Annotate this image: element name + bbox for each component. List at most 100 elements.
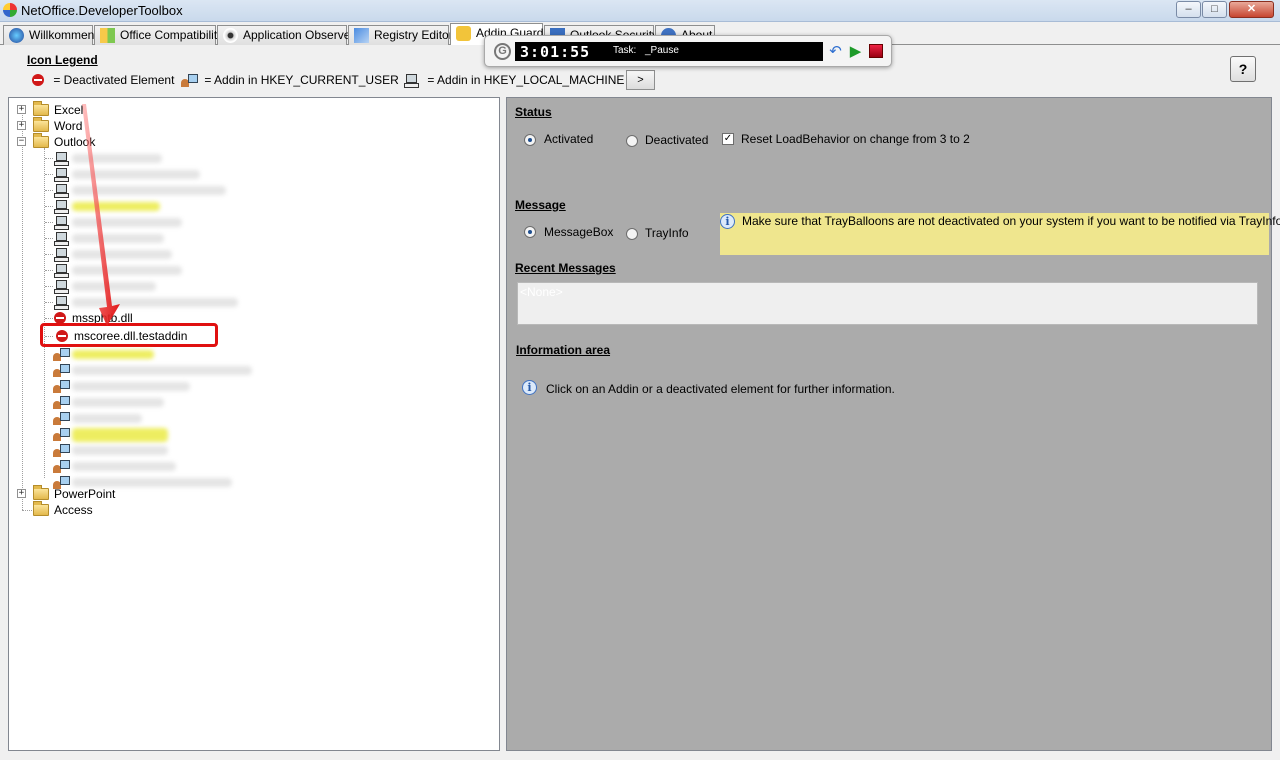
- tree-item-addin[interactable]: [45, 182, 245, 198]
- timer-display: 3:01:55 Task: _Pause: [515, 42, 823, 61]
- machine-addin-icon: [54, 231, 69, 246]
- status-activated-label: Activated: [544, 132, 594, 146]
- user-addin-icon: [53, 379, 70, 393]
- info-icon: i: [720, 214, 735, 229]
- tree-item-user-addin[interactable]: [45, 346, 285, 362]
- user-addin-icon: [53, 395, 70, 409]
- tree-item-user-addin[interactable]: [45, 426, 285, 442]
- puzzle-icon: [456, 26, 471, 41]
- tab-office-compatibility[interactable]: Office Compatibility: [94, 25, 223, 45]
- annotation-highlight-box: [40, 323, 218, 347]
- user-addin-icon: [53, 363, 70, 377]
- tab-willkommen[interactable]: Willkommen: [3, 25, 94, 45]
- recent-messages-value: <None>: [520, 285, 563, 299]
- machine-addin-icon: [54, 199, 69, 214]
- machine-addin-icon: [54, 295, 69, 310]
- registry-icon: [354, 28, 369, 43]
- machine-addin-icon: [54, 263, 69, 278]
- tree-item-addin[interactable]: [45, 166, 245, 182]
- recent-messages-title: Recent Messages: [515, 261, 616, 275]
- machine-addin-icon: [54, 167, 69, 182]
- tree-item-addin[interactable]: [45, 294, 285, 310]
- info-icon: i: [522, 380, 537, 395]
- machine-addin-icon: [404, 73, 419, 88]
- trayinfo-label: TrayInfo: [645, 226, 689, 240]
- tab-application-observer[interactable]: Application Observer: [217, 25, 354, 45]
- user-addin-icon: [53, 347, 70, 361]
- tree-item-addin[interactable]: [45, 278, 245, 294]
- details-panel: Status Activated Deactivated ✓ Reset Loa…: [506, 97, 1280, 751]
- status-activated-radio[interactable]: [524, 134, 536, 146]
- window-title: NetOffice.DeveloperToolbox: [21, 3, 183, 18]
- globe-icon: [9, 28, 24, 43]
- play-icon[interactable]: ▶: [847, 43, 864, 60]
- tree-item-addin[interactable]: [45, 230, 245, 246]
- addin-tree[interactable]: + Excel + Word − Outlook mssphtb.dll msc…: [8, 97, 500, 751]
- tab-registry-editor[interactable]: Registry Editor: [348, 25, 453, 45]
- tree-item-user-addin[interactable]: [45, 458, 285, 474]
- stop-icon[interactable]: [867, 43, 884, 60]
- deactivated-icon: [32, 74, 44, 86]
- legend-current-user: = Addin in HKEY_CURRENT_USER: [181, 73, 399, 87]
- reset-loadbehavior-label: Reset LoadBehavior on change from 3 to 2: [741, 132, 970, 146]
- minimize-button[interactable]: –: [1176, 1, 1201, 18]
- tree-item-user-addin[interactable]: [45, 394, 285, 410]
- tree-item-addin[interactable]: [45, 246, 245, 262]
- information-text: Click on an Addin or a deactivated eleme…: [546, 382, 895, 396]
- tree-item-addin[interactable]: [45, 214, 245, 230]
- machine-addin-icon: [54, 215, 69, 230]
- folder-icon: [33, 101, 49, 116]
- collapse-icon[interactable]: −: [17, 137, 26, 146]
- status-deactivated-radio[interactable]: [626, 135, 638, 147]
- machine-addin-icon: [54, 247, 69, 262]
- messagebox-label: MessageBox: [544, 225, 614, 239]
- user-addin-icon: [53, 443, 70, 457]
- legend-title: Icon Legend: [27, 53, 98, 67]
- tree-item-addin[interactable]: [45, 198, 245, 214]
- status-title: Status: [515, 105, 552, 119]
- tree-item-user-addin[interactable]: [45, 442, 285, 458]
- reset-loadbehavior-checkbox[interactable]: ✓: [722, 133, 734, 145]
- close-button[interactable]: ✕: [1229, 1, 1274, 18]
- machine-addin-icon: [54, 183, 69, 198]
- machine-addin-icon: [54, 151, 69, 166]
- legend-deactivated: = Deactivated Element: [32, 73, 174, 87]
- timer-widget: G 3:01:55 Task: _Pause ↶ ▶: [484, 35, 892, 67]
- eye-icon: [223, 28, 238, 43]
- help-button[interactable]: ?: [1230, 56, 1256, 82]
- timer-clock: 3:01:55: [520, 43, 591, 61]
- timer-logo-icon: G: [494, 43, 511, 60]
- machine-addin-icon: [54, 279, 69, 294]
- legend-more-button[interactable]: >: [626, 70, 655, 90]
- maximize-button[interactable]: □: [1202, 1, 1227, 18]
- undo-icon[interactable]: ↶: [827, 43, 844, 60]
- trayinfo-radio[interactable]: [626, 228, 638, 240]
- trayinfo-notice: i Make sure that TrayBalloons are not de…: [720, 213, 1280, 255]
- tree-item-addin[interactable]: [45, 262, 245, 278]
- message-title: Message: [515, 198, 566, 212]
- expand-icon[interactable]: +: [17, 105, 26, 114]
- folder-icon: [33, 501, 49, 516]
- timer-task-value: _Pause: [645, 45, 679, 56]
- status-deactivated-label: Deactivated: [645, 133, 709, 147]
- tree-item-addin[interactable]: [45, 150, 245, 166]
- messagebox-radio[interactable]: [524, 226, 536, 238]
- expand-icon[interactable]: +: [17, 121, 26, 130]
- user-addin-icon: [53, 427, 70, 441]
- information-area-title: Information area: [516, 343, 611, 357]
- tree-item-user-addin[interactable]: [45, 362, 285, 378]
- tree-item-user-addin[interactable]: [45, 378, 285, 394]
- timer-task-label: Task:: [613, 45, 637, 56]
- grid-icon: [100, 28, 115, 43]
- user-addin-icon: [53, 459, 70, 473]
- legend-local-machine: = Addin in HKEY_LOCAL_MACHINE: [404, 73, 624, 88]
- user-addin-icon: [181, 73, 198, 87]
- user-addin-icon: [53, 411, 70, 425]
- app-icon: [3, 3, 17, 17]
- folder-open-icon: [33, 133, 49, 148]
- recent-messages-box[interactable]: <None>: [517, 282, 1258, 325]
- folder-icon: [33, 117, 49, 132]
- tree-item-user-addin[interactable]: [45, 410, 285, 426]
- expand-icon[interactable]: +: [17, 489, 26, 498]
- folder-icon: [33, 485, 49, 500]
